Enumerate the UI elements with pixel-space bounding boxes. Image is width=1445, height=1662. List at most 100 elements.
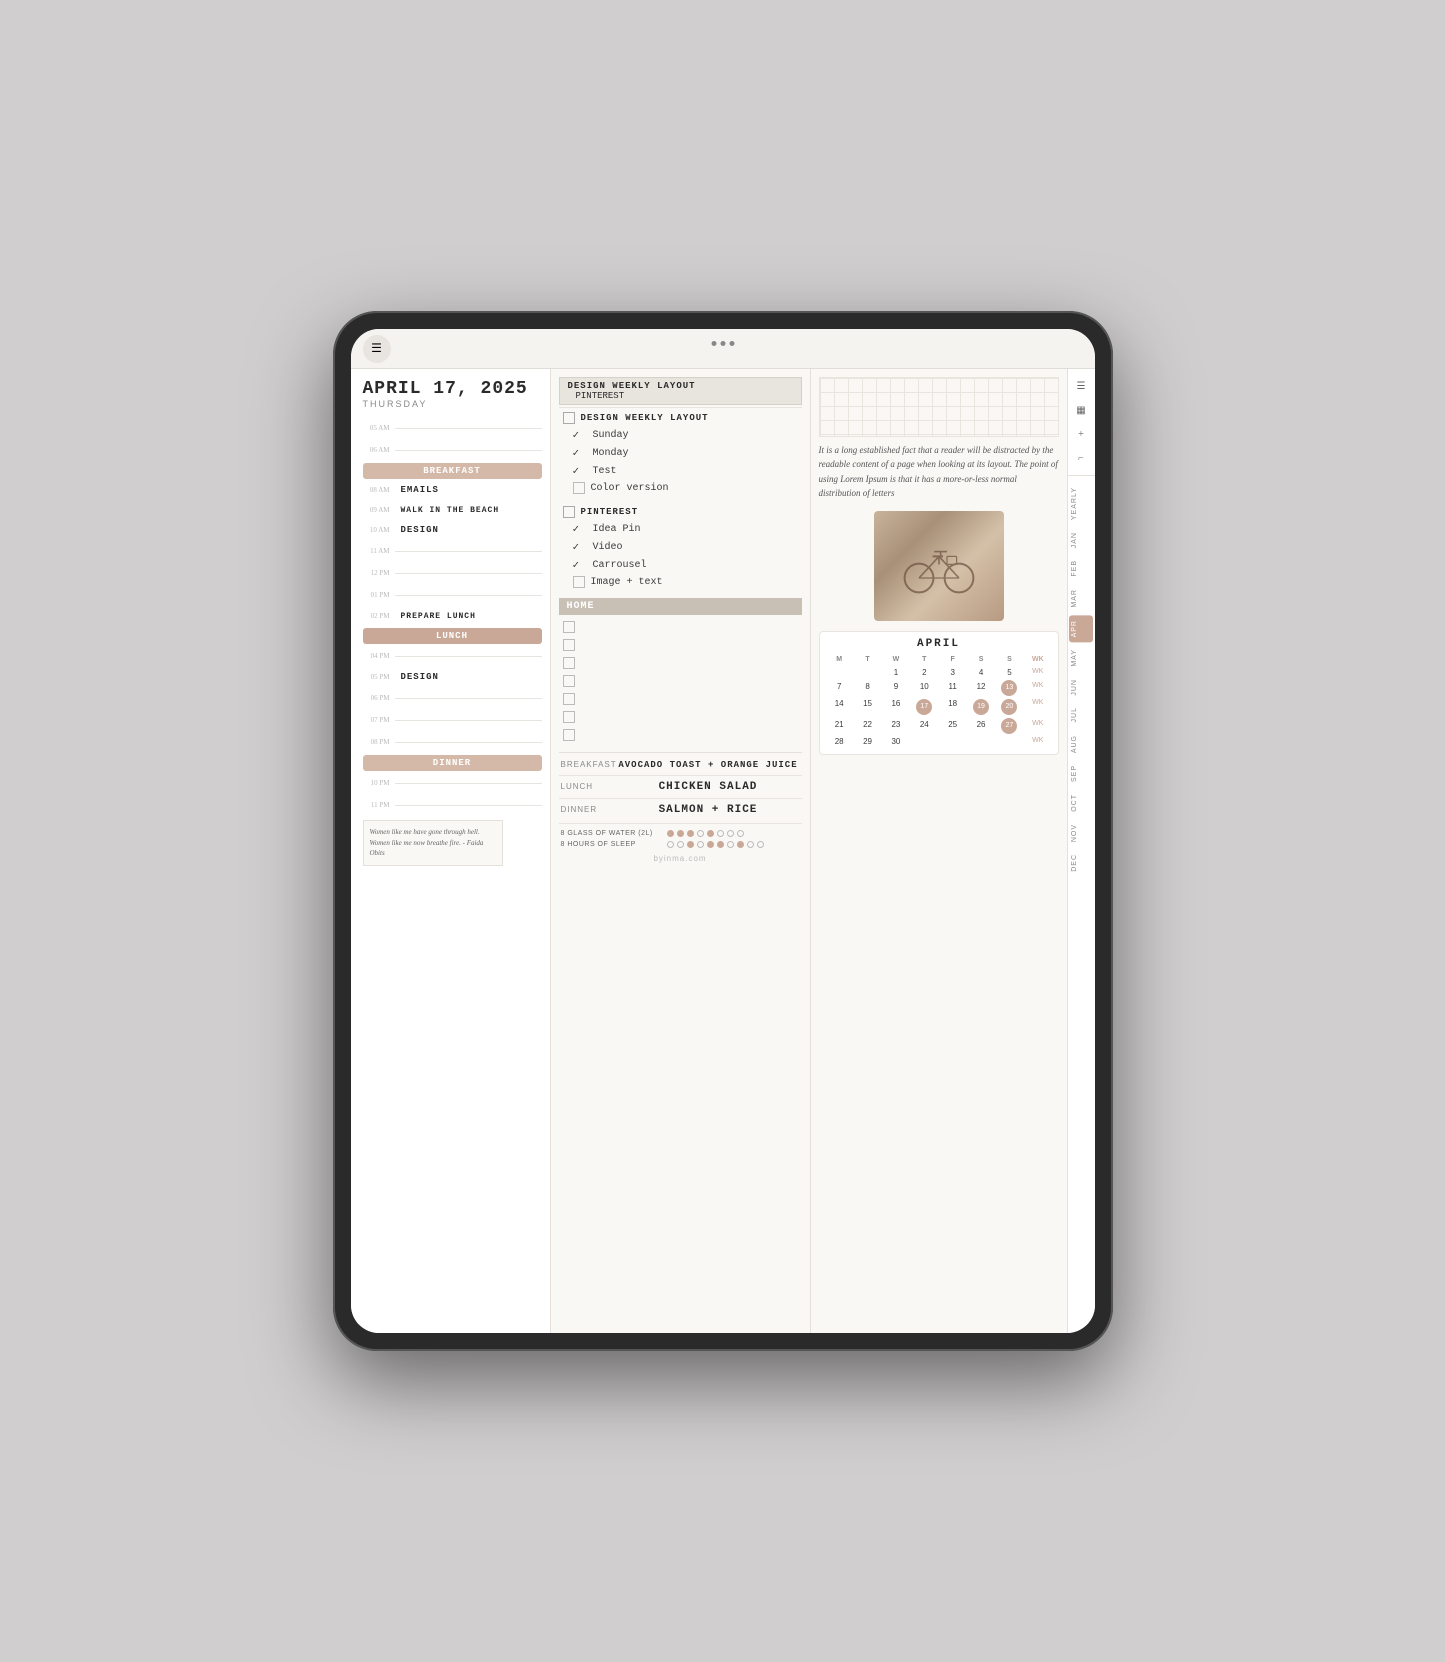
time-label-04pm: 04 PM <box>363 652 395 660</box>
sleep-dot-2 <box>677 841 684 848</box>
sleep-dot-10 <box>757 841 764 848</box>
tab-sep[interactable]: SEP <box>1069 760 1093 787</box>
tab-mar[interactable]: MAR <box>1069 584 1093 613</box>
toolbar: ☰ <box>351 329 1095 369</box>
sleep-tracker: 8 HOURS OF SLEEP <box>559 839 802 850</box>
dinner-meal-label: DINNER <box>561 805 609 814</box>
ipad-device: ☰ April 17, 2025 Thursday 05 AM <box>333 311 1113 1351</box>
empty-check-3 <box>563 657 575 669</box>
plus-icon[interactable]: + <box>1072 425 1090 443</box>
tab-apr[interactable]: APR <box>1069 615 1093 642</box>
calendar-grid: M T W T F S S WK 1 2 <box>826 654 1052 748</box>
cal-day-w1-3: 1 <box>882 666 909 679</box>
empty-check-4 <box>563 675 575 687</box>
cal-day-w3-2: 15 <box>854 697 881 717</box>
water-dot-3 <box>687 830 694 837</box>
time-row-06pm: 06 PM <box>363 687 542 709</box>
time-label-08pm: 08 PM <box>363 738 395 746</box>
sleep-dot-3 <box>687 841 694 848</box>
sleep-dot-8 <box>737 841 744 848</box>
quote-text: Women like me have gone through hell. Wo… <box>370 828 484 857</box>
cal-wk-3: WK <box>1024 697 1051 717</box>
cal-wk-1: WK <box>1024 666 1051 679</box>
home-empty-2 <box>559 636 802 654</box>
breakfast-block: BREAKFAST <box>363 463 542 479</box>
check-carrousel: ✓ <box>573 558 587 572</box>
tab-jul[interactable]: JUL <box>1069 702 1093 727</box>
breakfast-label: BREAKFAST <box>423 466 481 476</box>
task-color: Color version <box>559 480 802 496</box>
calendar-icon[interactable]: ▦ <box>1072 401 1090 419</box>
time-label-11pm: 11 PM <box>363 801 395 809</box>
check-icon-test: ✓ <box>573 464 587 478</box>
status-dots <box>711 341 734 346</box>
sleep-dot-1 <box>667 841 674 848</box>
calendar-section: APRIL M T W T F S S WK <box>819 631 1059 755</box>
tab-jun[interactable]: JUN <box>1069 674 1093 701</box>
bike-image <box>874 511 1004 621</box>
footer-credit: byinma.com <box>559 850 802 867</box>
tab-jan[interactable]: JAN <box>1069 527 1093 553</box>
bookmark-icon[interactable]: ⌐ <box>1072 449 1090 467</box>
time-label-12pm: 12 PM <box>363 569 395 577</box>
task-video: ✓ Video <box>559 538 802 556</box>
design-event-1: DESIGN <box>401 525 439 535</box>
task-imagetext: Image + text <box>559 574 802 590</box>
home-empty-1 <box>559 618 802 636</box>
tab-aug[interactable]: AUG <box>1069 730 1093 758</box>
cal-day-w3-7: 20 <box>1001 699 1017 715</box>
tab-feb[interactable]: FEB <box>1069 555 1093 582</box>
cal-day-w4-6: 26 <box>967 718 994 734</box>
time-row-07pm: 07 PM <box>363 709 542 731</box>
water-dot-8 <box>737 830 744 837</box>
time-row-06am: 06 AM <box>363 439 542 461</box>
cal-day-w2-3: 9 <box>882 680 909 696</box>
home-empty-6 <box>559 708 802 726</box>
empty-check-2 <box>563 639 575 651</box>
main-content: ☰ April 17, 2025 Thursday 05 AM <box>351 329 1095 1333</box>
time-label-06pm: 06 PM <box>363 694 395 702</box>
cal-day-w1-4: 2 <box>911 666 938 679</box>
water-dots <box>667 830 744 837</box>
time-label-09am: 09 AM <box>363 506 395 514</box>
cal-day-w1-6: 4 <box>967 666 994 679</box>
time-row-10am: 10 AM DESIGN <box>363 520 542 540</box>
tab-yearly[interactable]: YEARLY <box>1069 482 1093 525</box>
walk-event: WALK IN THE BEACH <box>401 506 500 515</box>
cal-day-w3-3: 16 <box>882 697 909 717</box>
menu-icon[interactable]: ☰ <box>363 335 391 363</box>
cal-day-w3-6: 19 <box>973 699 989 715</box>
cal-header-t2: T <box>911 654 938 665</box>
cal-day-w4-7: 27 <box>1001 718 1017 734</box>
water-dot-5 <box>707 830 714 837</box>
tab-dec[interactable]: DEC <box>1069 849 1093 877</box>
time-label-10pm: 10 PM <box>363 779 395 787</box>
tab-nov[interactable]: NOV <box>1069 819 1093 847</box>
cal-header-m: M <box>826 654 853 665</box>
sleep-dot-6 <box>717 841 724 848</box>
grid-paper <box>819 377 1059 437</box>
cal-day-w2-1: 7 <box>826 680 853 696</box>
sleep-dot-9 <box>747 841 754 848</box>
dinner-event: DINNER <box>363 755 542 771</box>
task-carrousel: ✓ Carrousel <box>559 556 802 574</box>
check-video: ✓ <box>573 540 587 554</box>
breakfast-meal-content: AVOCADO TOAST + ORANGE JUICE <box>617 760 800 770</box>
lorem-text: It is a long established fact that a rea… <box>819 443 1059 501</box>
water-tracker-label: 8 GLASS OF WATER (2L) <box>561 830 661 837</box>
time-row-08am: 08 AM EMAILS <box>363 480 542 500</box>
meal-breakfast: BREAKFAST AVOCADO TOAST + ORANGE JUICE <box>559 757 802 773</box>
meal-dinner: DINNER SALMON + RICE <box>559 801 802 819</box>
time-label-07pm: 07 PM <box>363 716 395 724</box>
tasks-panel: DESIGN WEEKLY LAYOUT PINTEREST DESIGN WE… <box>551 369 811 1333</box>
time-row-11pm: 11 PM <box>363 794 542 816</box>
hamburger-icon[interactable]: ☰ <box>1072 377 1090 395</box>
cal-day-w1-2 <box>854 666 881 679</box>
notes-panel: It is a long established fact that a rea… <box>811 369 1067 1333</box>
task-section-design: DESIGN WEEKLY LAYOUT PINTEREST DESIGN WE… <box>559 377 802 496</box>
dinner-meal-content: SALMON + RICE <box>617 804 800 816</box>
tab-may[interactable]: MAY <box>1069 644 1093 672</box>
home-empty-3 <box>559 654 802 672</box>
tab-oct[interactable]: OCT <box>1069 789 1093 817</box>
task-monday: ✓ Monday <box>559 444 802 462</box>
